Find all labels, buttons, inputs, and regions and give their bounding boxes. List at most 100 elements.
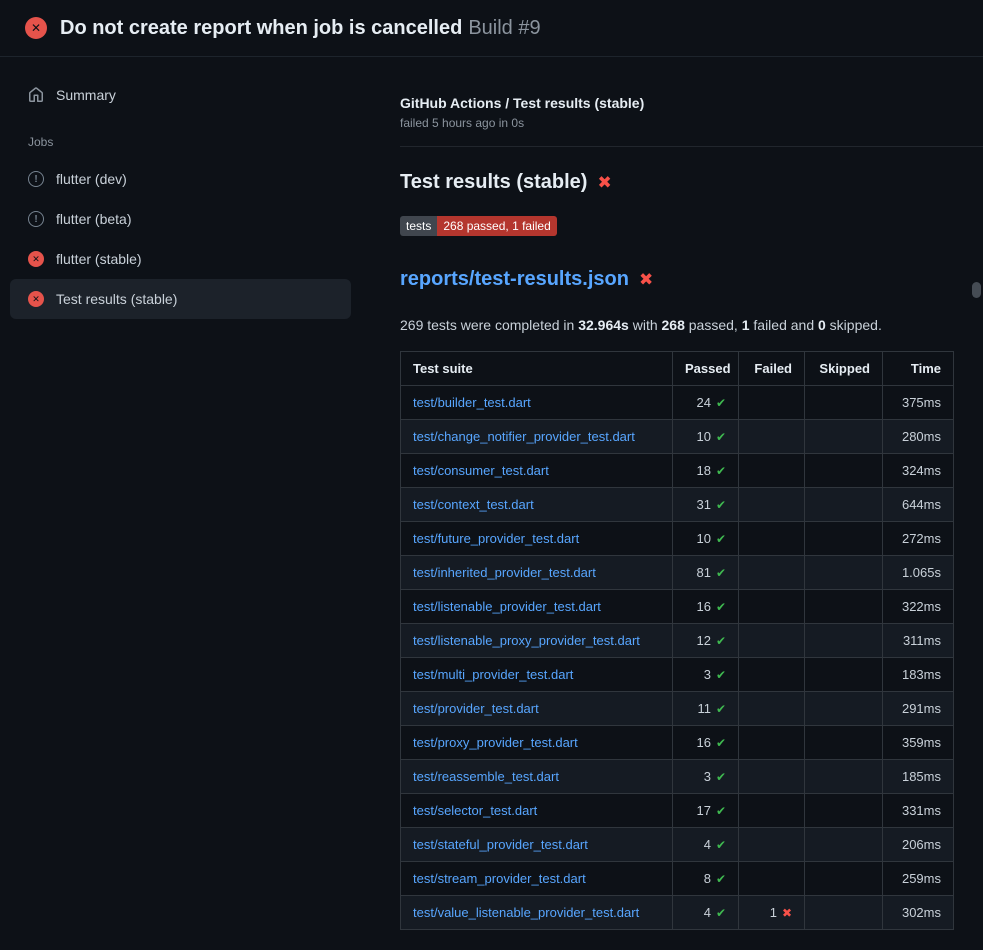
- sidebar-job-flutter-dev[interactable]: !flutter (dev): [10, 159, 351, 199]
- failed-cell: [739, 522, 805, 556]
- table-header-row: Test suite Passed Failed Skipped Time: [401, 352, 954, 386]
- test-suite-link[interactable]: test/proxy_provider_test.dart: [413, 735, 578, 750]
- time-cell: 1.065s: [883, 556, 954, 590]
- test-suite-link[interactable]: test/provider_test.dart: [413, 701, 539, 716]
- suite-cell: test/future_provider_test.dart: [401, 522, 673, 556]
- test-suite-link[interactable]: test/future_provider_test.dart: [413, 531, 579, 546]
- suite-cell: test/proxy_provider_test.dart: [401, 726, 673, 760]
- time-cell: 291ms: [883, 692, 954, 726]
- sidebar-item-summary[interactable]: Summary: [10, 75, 351, 115]
- test-suite-link[interactable]: test/value_listenable_provider_test.dart: [413, 905, 639, 920]
- suite-cell: test/stateful_provider_test.dart: [401, 828, 673, 862]
- passed-count: 18: [696, 463, 710, 478]
- test-suite-link[interactable]: test/selector_test.dart: [413, 803, 537, 818]
- table-row: test/builder_test.dart24✔375ms: [401, 386, 954, 420]
- test-suite-link[interactable]: test/context_test.dart: [413, 497, 534, 512]
- build-number: Build #9: [468, 17, 540, 39]
- alert-circle-icon: !: [28, 171, 44, 187]
- test-suite-link[interactable]: test/change_notifier_provider_test.dart: [413, 429, 635, 444]
- passed-count: 3: [704, 667, 711, 682]
- pass-check-icon: ✔: [716, 634, 726, 648]
- time-cell: 259ms: [883, 862, 954, 896]
- skipped-cell: [805, 420, 883, 454]
- passed-count: 11: [697, 701, 711, 716]
- sidebar-job-flutter-beta[interactable]: !flutter (beta): [10, 199, 351, 239]
- summary-skipped-count: 0: [818, 317, 826, 333]
- section-title: Test results (stable) ✖: [400, 171, 954, 194]
- summary-duration: 32.964s: [578, 317, 629, 333]
- passed-cell: 3✔: [673, 760, 739, 794]
- test-suite-link[interactable]: test/stateful_provider_test.dart: [413, 837, 588, 852]
- pass-check-icon: ✔: [716, 770, 726, 784]
- sidebar-job-flutter-stable[interactable]: ✕flutter (stable): [10, 239, 351, 279]
- test-suite-link[interactable]: test/builder_test.dart: [413, 395, 531, 410]
- pass-check-icon: ✔: [716, 532, 726, 546]
- time-cell: 331ms: [883, 794, 954, 828]
- alert-circle-icon: !: [28, 211, 44, 227]
- table-row: test/provider_test.dart 11✔ 291ms: [401, 692, 954, 726]
- skipped-cell: [805, 794, 883, 828]
- suite-cell: test/stream_provider_test.dart: [401, 862, 673, 896]
- badge-value: 268 passed, 1 failed: [437, 216, 556, 236]
- x-circle-icon: ✕: [28, 251, 44, 267]
- time-cell: 302ms: [883, 896, 954, 930]
- table-row: test/consumer_test.dart 18 ✔ 324ms: [401, 454, 954, 488]
- suite-cell: test/inherited_provider_test.dart: [401, 556, 673, 590]
- failed-cell: [739, 760, 805, 794]
- suite-cell: test/reassemble_test.dart: [401, 760, 673, 794]
- pass-check-icon: ✔: [716, 736, 726, 750]
- report-link[interactable]: reports/test-results.json: [400, 268, 629, 291]
- passed-cell: 17✔: [673, 794, 739, 828]
- sidebar-job-test-results-stable[interactable]: ✕Test results (stable): [10, 279, 351, 319]
- test-suite-link[interactable]: test/consumer_test.dart: [413, 463, 549, 478]
- passed-cell: 11✔: [673, 692, 739, 726]
- test-suite-link[interactable]: test/listenable_proxy_provider_test.dart: [413, 633, 640, 648]
- pass-check-icon: ✔: [716, 464, 726, 478]
- failed-status-icon: ✕: [25, 17, 47, 39]
- table-row: test/context_test.dart31✔644ms: [401, 488, 954, 522]
- passed-cell: 24 ✔: [673, 386, 739, 420]
- test-suite-link[interactable]: test/listenable_provider_test.dart: [413, 599, 601, 614]
- test-suite-link[interactable]: test/inherited_provider_test.dart: [413, 565, 596, 580]
- failed-x-icon: ✖: [597, 174, 611, 191]
- passed-cell: 81✔: [673, 556, 739, 590]
- suite-cell: test/selector_test.dart: [401, 794, 673, 828]
- main-layout: Summary Jobs !flutter (dev)!flutter (bet…: [0, 57, 983, 950]
- failed-cell: [739, 726, 805, 760]
- table-row: test/stream_provider_test.dart8✔259ms: [401, 862, 954, 896]
- passed-count: 17: [696, 803, 710, 818]
- passed-cell: 16✔: [673, 590, 739, 624]
- failed-cell: [739, 828, 805, 862]
- suite-cell: test/consumer_test.dart: [401, 454, 673, 488]
- pass-check-icon: ✔: [716, 600, 726, 614]
- failed-cell: [739, 862, 805, 896]
- failed-cell: [739, 624, 805, 658]
- skipped-cell: [805, 760, 883, 794]
- header-skipped: Skipped: [805, 352, 883, 386]
- test-suite-link[interactable]: test/reassemble_test.dart: [413, 769, 559, 784]
- skipped-cell: [805, 590, 883, 624]
- time-cell: 272ms: [883, 522, 954, 556]
- table-row: test/change_notifier_provider_test.dart 1…: [401, 420, 954, 454]
- skipped-cell: [805, 828, 883, 862]
- time-cell: 183ms: [883, 658, 954, 692]
- passed-cell: 4✔: [673, 828, 739, 862]
- header-time: Time: [883, 352, 954, 386]
- suite-cell: test/context_test.dart: [401, 488, 673, 522]
- suite-cell: test/listenable_provider_test.dart: [401, 590, 673, 624]
- passed-count: 24: [696, 395, 710, 410]
- passed-count: 10: [696, 429, 710, 444]
- time-cell: 324ms: [883, 454, 954, 488]
- suite-cell: test/listenable_proxy_provider_test.dart: [401, 624, 673, 658]
- pass-check-icon: ✔: [716, 396, 726, 410]
- table-row: test/proxy_provider_test.dart16✔359ms: [401, 726, 954, 760]
- test-suite-link[interactable]: test/stream_provider_test.dart: [413, 871, 586, 886]
- passed-cell: 10✔: [673, 420, 739, 454]
- scrollbar-thumb[interactable]: [972, 282, 981, 298]
- skipped-cell: [805, 658, 883, 692]
- breadcrumb[interactable]: GitHub Actions / Test results (stable): [400, 95, 954, 111]
- header-test-suite: Test suite: [401, 352, 673, 386]
- passed-cell: 12✔: [673, 624, 739, 658]
- passed-cell: 3✔: [673, 658, 739, 692]
- test-suite-link[interactable]: test/multi_provider_test.dart: [413, 667, 573, 682]
